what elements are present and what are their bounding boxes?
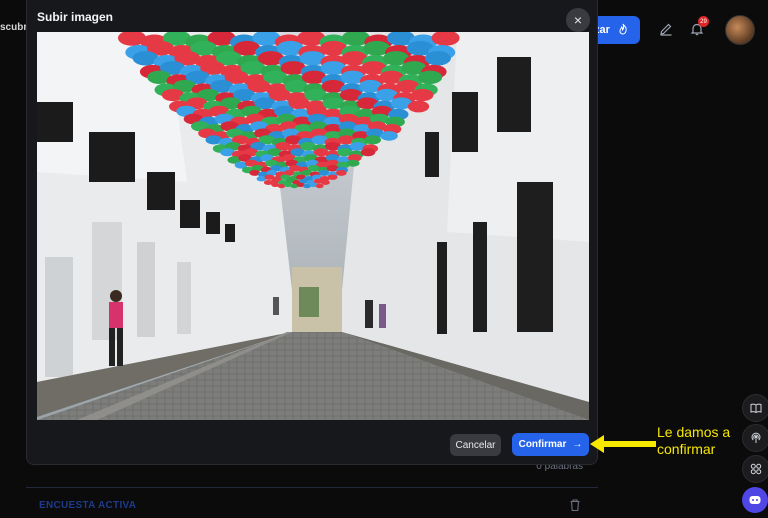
book-icon[interactable] <box>742 394 768 422</box>
image-preview <box>37 32 589 420</box>
pencil-icon[interactable] <box>657 20 675 38</box>
umbrella <box>335 169 347 176</box>
survey-section-label[interactable]: ENCUESTA ACTIVA <box>39 500 136 511</box>
flame-icon <box>618 23 628 38</box>
annotation-line-1: Le damos a <box>657 424 731 440</box>
umbrella <box>424 51 451 66</box>
umbrella <box>315 183 324 189</box>
apps-icon[interactable] <box>742 455 768 483</box>
umbrella <box>411 88 434 102</box>
divider <box>26 487 598 488</box>
umbrella <box>364 135 382 145</box>
umbrella <box>320 180 330 185</box>
upload-image-modal: Subir imagen × Cancelar Confirmar → <box>26 0 598 465</box>
annotation-text: Le damos a confirmar <box>657 424 757 458</box>
nav-discover-link[interactable]: scubr <box>0 22 27 33</box>
umbrella <box>360 148 376 157</box>
notification-badge: 29 <box>698 16 709 27</box>
umbrella <box>346 159 360 167</box>
umbrella <box>380 131 398 141</box>
umbrella <box>407 100 430 113</box>
modal-title: Subir imagen <box>37 10 114 24</box>
annotation-arrow <box>590 435 656 453</box>
umbrella <box>418 70 443 84</box>
cancel-button[interactable]: Cancelar <box>450 434 501 456</box>
trash-icon[interactable] <box>568 498 582 512</box>
bot-icon[interactable] <box>742 487 768 513</box>
arrow-right-icon: → <box>572 439 583 450</box>
close-icon[interactable]: × <box>566 8 590 32</box>
avatar[interactable] <box>725 15 755 45</box>
annotation-line-2: confirmar <box>657 441 716 457</box>
confirm-button[interactable]: Confirmar → <box>512 433 589 456</box>
confirm-button-label: Confirmar <box>518 439 567 450</box>
umbrella <box>327 174 338 180</box>
